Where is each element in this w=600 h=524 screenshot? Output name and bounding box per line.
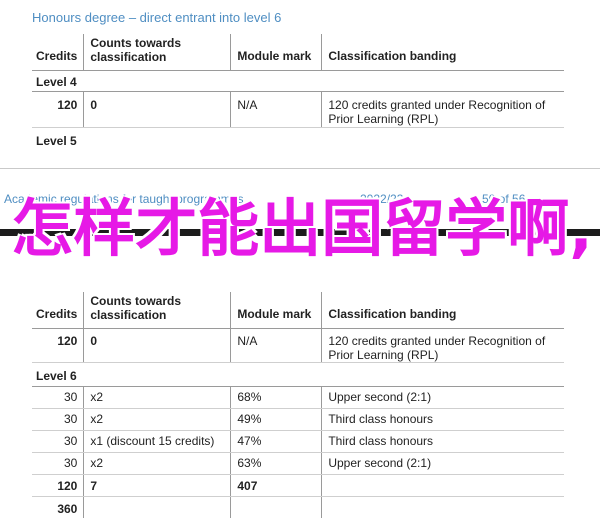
total-mark: 407	[230, 474, 322, 497]
header-module-mark: Module mark	[230, 292, 322, 329]
level-6-label: Level 6	[32, 362, 84, 387]
level-4-row: Level 4	[32, 70, 564, 92]
credits-cell: 30	[32, 408, 84, 431]
table-row: 120 0 N/A 120 credits granted under Reco…	[32, 91, 564, 128]
header-banding: Classification banding	[321, 292, 564, 329]
mark-cell: 49%	[230, 408, 322, 431]
level-4-label: Level 4	[32, 70, 84, 92]
level-5-row: Level 5	[32, 127, 564, 151]
total-credits: 120	[32, 474, 84, 497]
banding-cell: 120 credits granted under Recognition of…	[321, 328, 564, 363]
mark-cell: 47%	[230, 430, 322, 453]
classification-table-2: Credits Counts towards classification Mo…	[32, 292, 564, 518]
banding-cell: Third class honours	[321, 408, 564, 431]
counts-cell: x2	[83, 408, 231, 431]
credits-cell: 120	[32, 328, 84, 363]
table-row: 30 x2 68% Upper second (2:1)	[32, 386, 564, 409]
header-banding: Classification banding	[321, 34, 564, 71]
header-module-mark: Module mark	[230, 34, 322, 71]
grand-total-row: 360	[32, 496, 564, 518]
counts-cell: 0	[83, 328, 231, 363]
banding-cell: Upper second (2:1)	[321, 452, 564, 475]
overlay-title: 怎样才能出国留学啊,	[11, 192, 593, 265]
mark-cell: 68%	[230, 386, 322, 409]
mark-cell: 63%	[230, 452, 322, 475]
table-row: 30 x2 63% Upper second (2:1)	[32, 452, 564, 475]
counts-cell: x2	[83, 452, 231, 475]
header-credits: Credits	[32, 292, 84, 329]
banding-cell: Third class honours	[321, 430, 564, 453]
header-credits: Credits	[32, 34, 84, 71]
banding-cell: 120 credits granted under Recognition of…	[321, 91, 564, 128]
credits-cell: 120	[32, 91, 84, 128]
table-row: 30 x1 (discount 15 credits) 47% Third cl…	[32, 430, 564, 453]
mark-cell: N/A	[230, 91, 322, 128]
classification-table-1: Credits Counts towards classification Mo…	[32, 34, 564, 151]
header-counts: Counts towards classification	[83, 34, 231, 71]
page-divider	[0, 168, 600, 169]
section-heading: Honours degree – direct entrant into lev…	[32, 10, 282, 25]
level-6-row: Level 6	[32, 362, 564, 387]
table-header-row: Credits Counts towards classification Mo…	[32, 292, 564, 329]
counts-cell: x1 (discount 15 credits)	[83, 430, 231, 453]
counts-cell: 0	[83, 91, 231, 128]
total-counts: 7	[83, 474, 231, 497]
level-5-label: Level 5	[36, 133, 77, 148]
credits-cell: 30	[32, 452, 84, 475]
credits-cell: 30	[32, 430, 84, 453]
credits-cell: 30	[32, 386, 84, 409]
table-row: 30 x2 49% Third class honours	[32, 408, 564, 431]
level-6-total-row: 120 7 407	[32, 474, 564, 497]
mark-cell: N/A	[230, 328, 322, 363]
table-header-row: Credits Counts towards classification Mo…	[32, 34, 564, 71]
header-counts: Counts towards classification	[83, 292, 231, 329]
banding-cell: Upper second (2:1)	[321, 386, 564, 409]
table-row: 120 0 N/A 120 credits granted under Reco…	[32, 328, 564, 363]
grand-total-credits: 360	[57, 501, 78, 516]
counts-cell: x2	[83, 386, 231, 409]
